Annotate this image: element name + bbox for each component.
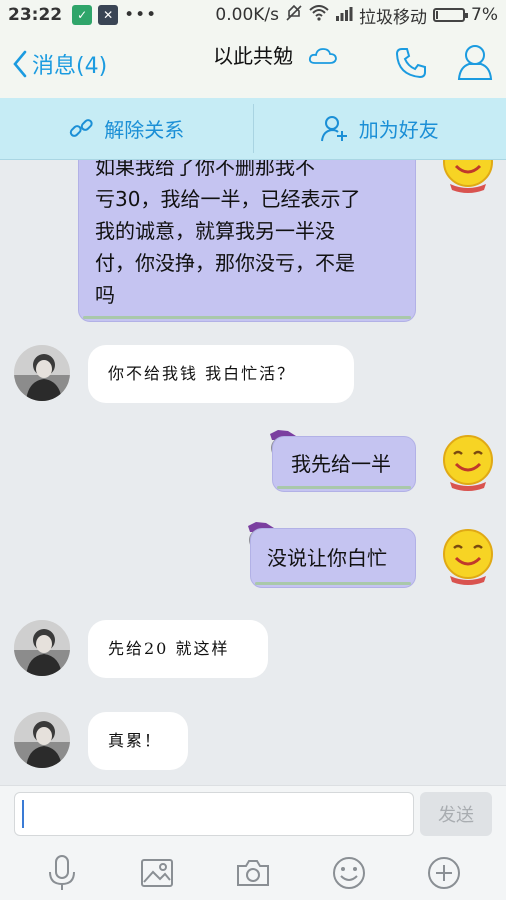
contact-avatar[interactable]	[14, 712, 70, 768]
message-bubble-received[interactable]: 你不给我钱 我白忙活？	[88, 345, 354, 403]
contact-avatar[interactable]	[14, 345, 70, 401]
message-text: 先给20 就这样	[108, 639, 230, 658]
camera-button[interactable]	[233, 853, 273, 893]
plus-circle-icon	[428, 857, 461, 889]
phone-icon[interactable]	[394, 46, 428, 80]
broken-link-icon	[70, 118, 93, 137]
shield-icon: ✓	[72, 5, 93, 25]
carrier-name: 拉圾移动	[359, 7, 428, 28]
image-button[interactable]	[137, 853, 177, 893]
battery-fill	[436, 11, 439, 19]
status-bar: 23:22 ✓ ✕ ••• 0.00K/s 拉圾移动 7%	[0, 0, 506, 30]
message-text: 你不给我钱 我白忙活？	[108, 364, 296, 383]
my-avatar-smiley-icon[interactable]	[440, 526, 496, 586]
chat-area[interactable]: 如果我给了你不删那我不 亏30，我给一半，已经表示了 我的诚意，就算我另一半没 …	[0, 160, 506, 785]
message-text: 我先给一半	[291, 452, 391, 476]
message-line: 付，你没挣，那你没亏，不是	[95, 251, 355, 275]
message-text: 真累！	[108, 731, 163, 750]
camera-icon	[236, 860, 269, 886]
message-text: 没说让你白忙	[267, 546, 387, 570]
app-notification-icon: ✕	[98, 5, 119, 25]
smiley-icon	[332, 857, 365, 889]
more-notifications-icon: •••	[124, 5, 158, 25]
battery-percent: 7%	[471, 5, 498, 25]
message-line: 亏30，我给一半，已经表示了	[95, 187, 361, 211]
add-friend-button[interactable]: 加为好友	[254, 98, 506, 159]
message-input[interactable]	[14, 792, 414, 836]
remove-relation-label: 解除关系	[104, 118, 185, 142]
message-bubble-received[interactable]: 真累！	[88, 712, 188, 770]
input-bar: 发送	[0, 785, 506, 900]
emoji-button[interactable]	[329, 853, 369, 893]
add-user-icon	[320, 115, 347, 141]
chat-title: 以此共勉	[213, 44, 293, 68]
action-bar: 解除关系 加为好友	[0, 98, 506, 160]
message-bubble-sent[interactable]: 如果我给了你不删那我不 亏30，我给一半，已经表示了 我的诚意，就算我另一半没 …	[78, 160, 416, 322]
mute-icon	[285, 4, 303, 27]
more-button[interactable]	[424, 853, 464, 893]
microphone-icon	[48, 855, 75, 890]
title-bar: 消息(4) 以此共勉	[0, 30, 506, 98]
message-line: 我的诚意，就算我另一半没	[95, 219, 335, 243]
message-line: 如果我给了你不删那我不	[95, 160, 315, 179]
cloud-icon[interactable]	[308, 46, 338, 66]
voice-button[interactable]	[42, 853, 82, 893]
contact-avatar[interactable]	[14, 620, 70, 676]
message-bubble-sent[interactable]: 没说让你白忙	[250, 528, 416, 588]
text-cursor	[22, 800, 24, 828]
remove-relation-button[interactable]: 解除关系	[0, 98, 253, 159]
message-bubble-sent[interactable]: 我先给一半	[272, 436, 416, 492]
add-friend-label: 加为好友	[358, 118, 439, 142]
send-button[interactable]: 发送	[420, 792, 492, 836]
my-avatar-smiley-icon[interactable]	[440, 432, 496, 492]
network-speed: 0.00K/s	[215, 5, 280, 25]
toolbar	[0, 848, 506, 898]
wifi-icon	[309, 4, 329, 26]
message-bubble-received[interactable]: 先给20 就这样	[88, 620, 268, 678]
message-line: 吗	[95, 283, 115, 307]
profile-icon[interactable]	[456, 42, 494, 82]
status-time: 23:22	[8, 5, 63, 25]
my-avatar-smiley-icon[interactable]	[440, 160, 496, 194]
signal-icon	[335, 5, 353, 26]
image-icon	[141, 859, 174, 887]
battery-icon	[433, 8, 469, 22]
